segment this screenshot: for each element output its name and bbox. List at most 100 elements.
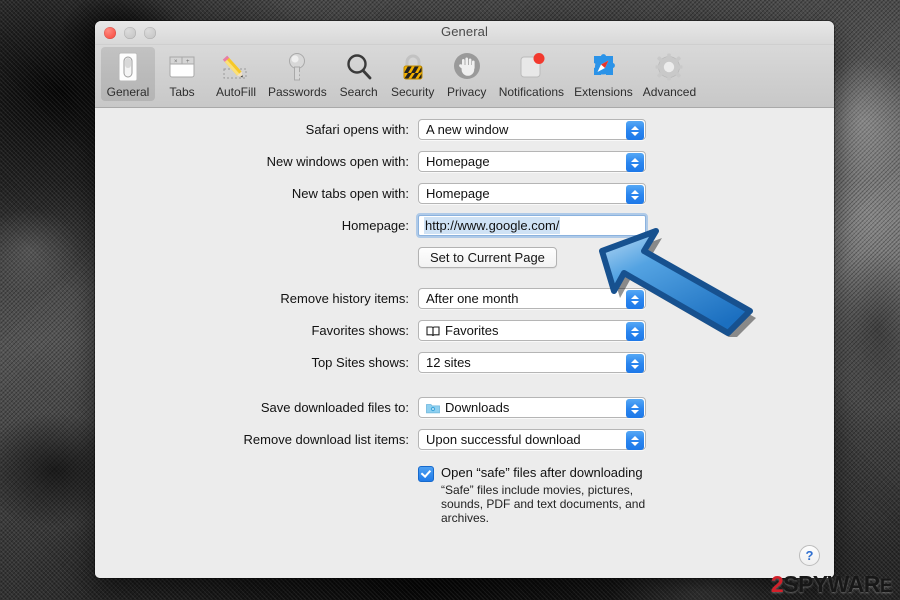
label-favorites-shows: Favorites shows: [311, 323, 409, 338]
toolbar-tab-security[interactable]: Security [386, 47, 440, 101]
stepper-remove-download-list-items[interactable] [626, 431, 644, 450]
setting-row-top-sites-shows: Top Sites shows: 12 sites [95, 351, 834, 374]
toolbar-tab-tabs[interactable]: × + Tabs [155, 47, 209, 101]
stepper-save-downloaded-files-to[interactable] [626, 399, 644, 418]
open-safe-files-label: Open “safe” files after downloading [441, 465, 643, 480]
label-safari-opens-with: Safari opens with: [305, 122, 409, 137]
popup-safari-opens-with[interactable]: A new window [418, 119, 646, 140]
toolbar-tab-autofill[interactable]: AutoFill [209, 47, 263, 101]
svg-text:+: + [186, 59, 190, 65]
label-homepage: Homepage: [341, 218, 409, 233]
window-title: General [441, 24, 488, 39]
label-new-tabs-open-with: New tabs open with: [291, 186, 409, 201]
stepper-favorites-shows[interactable] [626, 322, 644, 341]
toolbar-tab-general-label: General [106, 85, 150, 99]
setting-row-homepage: Homepage: http://www.google.com/ [95, 213, 834, 238]
general-settings-pane: Safari opens with: A new window New wind… [95, 108, 834, 578]
watermark-prefix: 2 [770, 571, 784, 597]
stepper-new-windows-open-with[interactable] [626, 153, 644, 172]
svg-text:×: × [174, 59, 178, 65]
chevron-up-icon [631, 125, 639, 130]
setting-row-save-downloaded-files-to: Save downloaded files to: Downloads [95, 396, 834, 419]
chevron-down-icon [631, 364, 639, 369]
pencil-icon [219, 50, 253, 84]
safe-files-description: “Safe” files include movies, pictures, s… [441, 483, 646, 525]
toolbar-tab-advanced-label: Advanced [642, 85, 697, 99]
popup-new-windows-open-with-value: Homepage [426, 154, 490, 169]
toolbar-tab-search-label: Search [339, 85, 378, 99]
hand-icon [450, 50, 484, 84]
popup-new-windows-open-with[interactable]: Homepage [418, 151, 646, 172]
toolbar-tab-advanced[interactable]: Advanced [638, 47, 701, 101]
help-button[interactable]: ? [799, 545, 820, 566]
chevron-up-icon [631, 435, 639, 440]
stepper-safari-opens-with[interactable] [626, 121, 644, 140]
chevron-up-icon [631, 403, 639, 408]
toolbar-tab-notifications-label: Notifications [498, 85, 565, 99]
toolbar-tab-passwords[interactable]: Passwords [263, 47, 332, 101]
chevron-down-icon [631, 131, 639, 136]
window-titlebar[interactable]: General [95, 21, 834, 45]
popup-remove-history-items[interactable]: After one month [418, 288, 646, 309]
popup-save-downloaded-files-to[interactable]: Downloads [418, 397, 646, 418]
label-save-downloaded-files-to: Save downloaded files to: [260, 400, 409, 415]
toolbar-tab-extensions[interactable]: Extensions [569, 47, 638, 101]
setting-row-new-windows-open-with: New windows open with: Homepage [95, 150, 834, 173]
popup-new-tabs-open-with[interactable]: Homepage [418, 183, 646, 204]
toolbar-tab-passwords-label: Passwords [268, 85, 327, 99]
popup-favorites-shows-value-wrap: Favorites [419, 323, 498, 338]
popup-save-downloaded-files-to-value: Downloads [445, 400, 510, 415]
chevron-up-icon [631, 358, 639, 363]
folder-icon [426, 403, 440, 413]
safari-preferences-window: General General × + Tabs AutoFill Passwo… [95, 21, 834, 578]
chevron-down-icon [631, 195, 639, 200]
homepage-input[interactable]: http://www.google.com/ [416, 213, 648, 238]
setting-row-new-tabs-open-with: New tabs open with: Homepage [95, 182, 834, 205]
setting-row-safari-opens-with: Safari opens with: A new window [95, 118, 834, 141]
popup-remove-history-items-value: After one month [426, 291, 519, 306]
chevron-down-icon [631, 409, 639, 414]
chevron-up-icon [631, 326, 639, 331]
stepper-remove-history-items[interactable] [626, 290, 644, 309]
watermark-text: SPYWAR [783, 571, 880, 597]
popup-top-sites-shows-value: 12 sites [426, 355, 471, 370]
stepper-new-tabs-open-with[interactable] [626, 185, 644, 204]
chevron-up-icon [631, 189, 639, 194]
watermark-suffix: E [879, 576, 893, 597]
popup-favorites-shows-value: Favorites [445, 323, 499, 338]
chevron-down-icon [631, 441, 639, 446]
popup-favorites-shows[interactable]: Favorites [418, 320, 646, 341]
toolbar-tab-general[interactable]: General [101, 47, 155, 101]
popup-remove-download-list-items[interactable]: Upon successful download [418, 429, 646, 450]
magnifier-icon [342, 50, 376, 84]
toolbar-tab-autofill-label: AutoFill [215, 85, 256, 99]
toolbar-tab-privacy[interactable]: Privacy [440, 47, 494, 101]
light-switch-icon [111, 50, 145, 84]
puzzle-compass-icon [586, 50, 620, 84]
preferences-toolbar: General × + Tabs AutoFill Passwords Sear… [95, 45, 834, 108]
stepper-top-sites-shows[interactable] [626, 354, 644, 373]
book-icon [426, 325, 440, 336]
toolbar-tab-extensions-label: Extensions [574, 85, 633, 99]
setting-row-favorites-shows: Favorites shows: Favorites [95, 319, 834, 342]
popup-save-downloaded-files-to-value-wrap: Downloads [419, 400, 509, 415]
popup-remove-download-list-items-value: Upon successful download [426, 432, 581, 447]
popup-safari-opens-with-value: A new window [426, 122, 509, 137]
open-safe-files-checkbox[interactable] [418, 466, 434, 482]
padlock-icon [396, 50, 430, 84]
popup-top-sites-shows[interactable]: 12 sites [418, 352, 646, 373]
chevron-up-icon [631, 157, 639, 162]
site-watermark: 2SPYWARE [770, 571, 893, 597]
label-top-sites-shows: Top Sites shows: [311, 355, 409, 370]
safe-files-checkbox-row: Open “safe” files after downloading “Saf… [418, 465, 834, 525]
chevron-down-icon [631, 163, 639, 168]
homepage-input-value: http://www.google.com/ [424, 217, 561, 234]
chevron-up-icon [631, 294, 639, 299]
notification-badge-icon [514, 50, 548, 84]
label-new-windows-open-with: New windows open with: [266, 154, 409, 169]
setting-row-remove-history-items: Remove history items: After one month [95, 287, 834, 310]
setting-row-remove-download-list-items: Remove download list items: Upon success… [95, 428, 834, 451]
set-to-current-page-button[interactable]: Set to Current Page [418, 247, 557, 268]
toolbar-tab-notifications[interactable]: Notifications [494, 47, 569, 101]
toolbar-tab-search[interactable]: Search [332, 47, 386, 101]
